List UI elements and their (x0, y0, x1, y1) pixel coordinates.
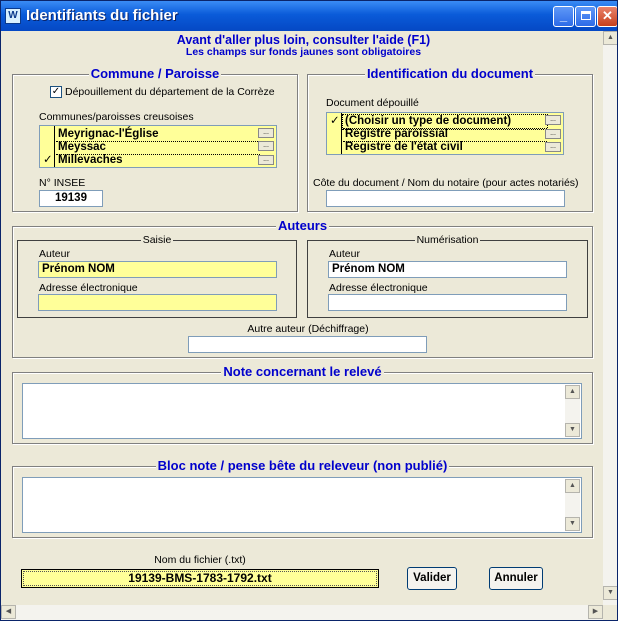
close-icon: ✕ (602, 8, 613, 23)
required-fields-hint: Les champs sur fonds jaunes sont obligat… (185, 46, 422, 58)
list-item[interactable]: ✓ Millevaches (40, 154, 260, 167)
help-hint: Avant d'aller plus loin, consulter l'aid… (176, 33, 431, 47)
insee-label: N° INSEE (39, 177, 86, 189)
numerisation-author-label: Auteur (329, 248, 360, 260)
list-option-button[interactable]: ... (258, 155, 274, 165)
saisie-email-field[interactable] (38, 294, 277, 311)
authors-group-title: Auteurs (275, 218, 330, 233)
app-logo-icon: W (5, 8, 21, 24)
note-textarea[interactable]: ▲ ▼ (22, 383, 582, 439)
list-option-button[interactable]: ... (258, 128, 274, 138)
scroll-left-icon[interactable]: ◀ (1, 605, 16, 619)
list-item[interactable]: ✓ (Choisir un type de document) (327, 114, 548, 130)
maximize-button[interactable] (575, 6, 596, 27)
minimize-icon: _ (559, 8, 568, 23)
scroll-up-icon[interactable]: ▲ (565, 479, 580, 493)
cancel-button[interactable]: Annuler (489, 567, 543, 590)
check-icon: ✓ (330, 115, 340, 127)
size-grip[interactable] (603, 605, 617, 620)
numerisation-subgroup-title: Numérisation (414, 234, 481, 246)
scroll-right-icon[interactable]: ▶ (588, 605, 603, 619)
scroll-down-icon[interactable]: ▼ (565, 517, 580, 531)
list-option-button[interactable]: ... (545, 142, 561, 152)
list-option-button[interactable]: ... (545, 129, 561, 139)
list-item[interactable]: Registre paroissial (327, 128, 547, 142)
numerisation-author-field[interactable]: Prénom NOM (328, 261, 567, 278)
other-author-field[interactable] (188, 336, 427, 353)
correze-checkbox[interactable]: ✓ (50, 86, 62, 98)
scroll-up-icon[interactable]: ▲ (565, 385, 580, 399)
cote-field[interactable] (326, 190, 565, 207)
note-scrollbar[interactable]: ▲ ▼ (565, 385, 580, 437)
scroll-down-icon[interactable]: ▼ (565, 423, 580, 437)
validate-button[interactable]: Valider (407, 567, 457, 590)
title-bar[interactable]: W Identifiants du fichier _ ✕ (1, 1, 617, 31)
maximize-icon (580, 11, 591, 20)
communes-list-label: Communes/paroisses creusoises (39, 111, 194, 123)
list-item[interactable]: Meyssac (40, 141, 260, 155)
document-group-title: Identification du document (364, 66, 536, 81)
communes-listbox[interactable]: Meyrignac-l'Église Meyssac ✓ Millevaches… (39, 125, 277, 168)
saisie-subgroup-title: Saisie (140, 234, 174, 246)
scroll-up-icon[interactable]: ▲ (603, 31, 617, 45)
scroll-down-icon[interactable]: ▼ (603, 586, 617, 600)
numerisation-email-field[interactable] (328, 294, 567, 311)
other-author-label: Autre auteur (Déchiffrage) (247, 323, 369, 335)
numerisation-email-label: Adresse électronique (329, 282, 428, 294)
correze-checkbox-label: Dépouillement du département de la Corrè… (65, 86, 275, 98)
saisie-author-field[interactable]: Prénom NOM (38, 261, 277, 278)
saisie-author-label: Auteur (39, 248, 70, 260)
bloc-note-group-title: Bloc note / pense bête du releveur (non … (155, 458, 450, 473)
filename-label: Nom du fichier (.txt) (154, 554, 246, 566)
check-icon: ✓ (43, 154, 53, 166)
commune-group-title: Commune / Paroisse (88, 66, 222, 81)
filename-field[interactable]: 19139-BMS-1783-1792.txt (21, 569, 379, 588)
insee-field[interactable]: 19139 (39, 190, 103, 207)
document-type-listbox[interactable]: ✓ (Choisir un type de document) Registre… (326, 112, 564, 155)
window-vertical-scrollbar[interactable]: ▲ ▼ (603, 31, 617, 606)
saisie-email-label: Adresse électronique (39, 282, 138, 294)
list-option-button[interactable]: ... (545, 115, 561, 125)
minimize-button[interactable]: _ (553, 6, 574, 27)
note-group-title: Note concernant le relevé (221, 364, 384, 379)
window-horizontal-scrollbar[interactable]: ◀ ▶ (1, 605, 603, 620)
cote-label: Côte du document / Nom du notaire (pour … (313, 177, 579, 189)
dialog-window: W Identifiants du fichier _ ✕ Avant d'al… (0, 0, 618, 621)
bloc-note-scrollbar[interactable]: ▲ ▼ (565, 479, 580, 531)
list-item[interactable]: Registre de l'état civil (327, 141, 547, 154)
check-icon: ✓ (51, 86, 61, 97)
document-list-label: Document dépouillé (326, 97, 419, 109)
list-option-button[interactable]: ... (258, 141, 274, 151)
list-item[interactable]: Meyrignac-l'Église (40, 128, 260, 142)
bloc-note-textarea[interactable]: ▲ ▼ (22, 477, 582, 533)
close-button[interactable]: ✕ (597, 6, 617, 27)
window-title: Identifiants du fichier (26, 7, 178, 24)
